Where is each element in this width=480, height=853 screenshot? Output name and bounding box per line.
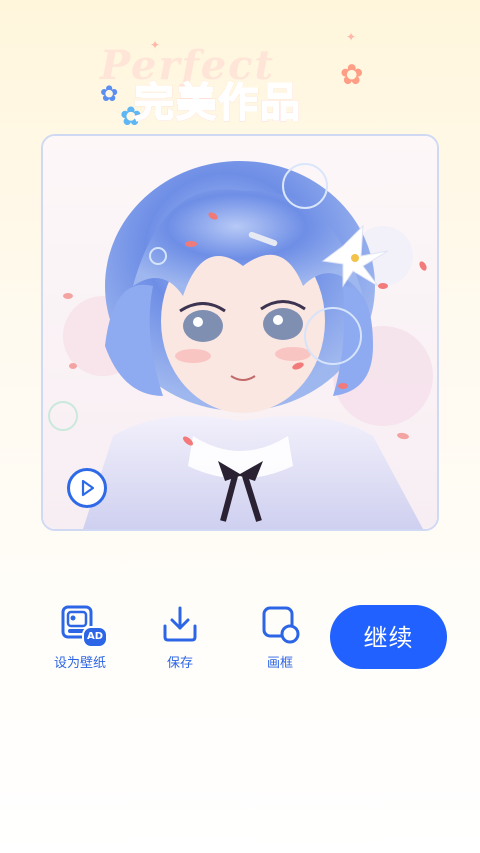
header: Perfect ✦ ✦ ✿ ✿ ✿ 完美作品 xyxy=(0,30,480,132)
play-icon xyxy=(81,479,95,497)
ad-badge: AD xyxy=(82,626,108,648)
set-wallpaper-label: 设为壁纸 xyxy=(53,656,106,671)
save-button[interactable]: 保存 xyxy=(140,604,220,672)
flower-icon: ✿ xyxy=(340,58,364,91)
artwork-frame xyxy=(41,134,439,531)
frame-button[interactable]: 画框 xyxy=(240,604,320,672)
save-label: 保存 xyxy=(166,656,193,671)
sparkle-icon: ✦ xyxy=(346,30,357,44)
play-button[interactable] xyxy=(67,468,107,508)
sparkle-icon: ✦ xyxy=(150,38,161,52)
flower-icon: ✿ xyxy=(100,82,119,107)
artwork-image xyxy=(43,136,437,529)
page-title: 完美作品 xyxy=(133,70,302,128)
continue-button[interactable]: 继续 xyxy=(330,605,447,669)
wallpaper-icon: AD xyxy=(60,604,108,648)
set-wallpaper-button[interactable]: AD 设为壁纸 xyxy=(40,604,120,672)
download-icon xyxy=(160,604,200,644)
frame-label: 画框 xyxy=(266,656,293,671)
frame-icon xyxy=(260,604,300,644)
